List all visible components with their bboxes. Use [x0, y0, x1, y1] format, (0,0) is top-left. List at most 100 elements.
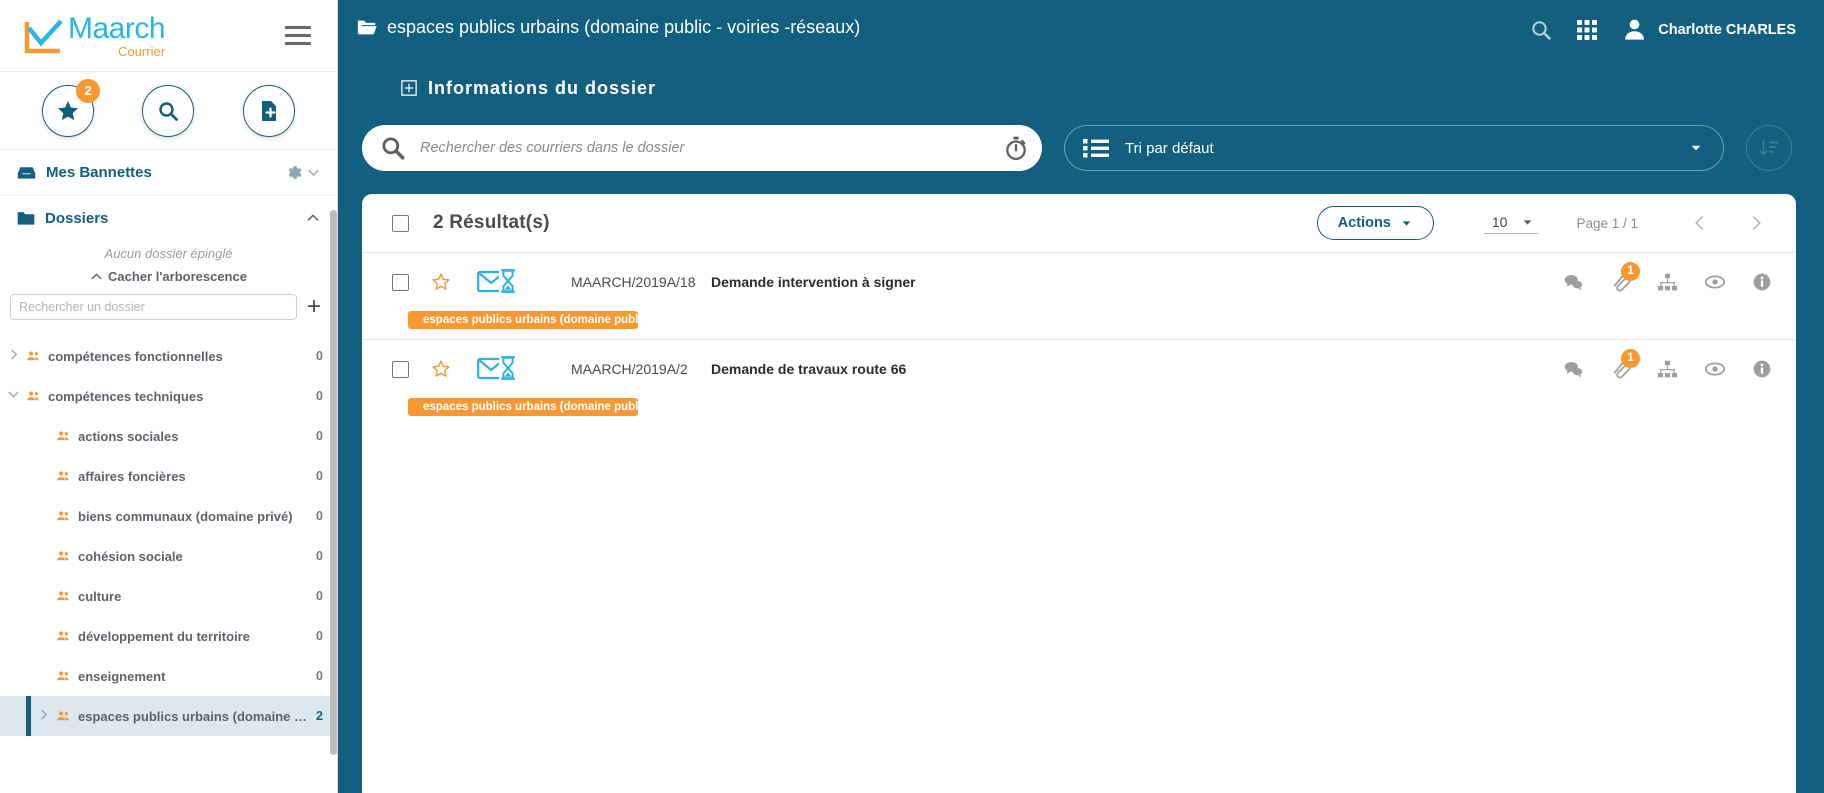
row-action-attachment[interactable]: 1: [1610, 348, 1640, 380]
folder-tag-label: espaces publics urbains (domaine publ…: [423, 401, 638, 413]
row-action-badge: 1: [1621, 261, 1640, 281]
comments-icon: [1564, 361, 1583, 378]
top-bar-actions: Charlotte CHARLES: [1529, 16, 1796, 43]
results-count-label: 2 Résultat(s): [433, 212, 550, 233]
chevron-down-icon[interactable]: [306, 165, 321, 180]
previous-page-button[interactable]: [1684, 207, 1716, 239]
chevron-down-icon[interactable]: [7, 388, 20, 401]
hide-tree-toggle[interactable]: Cacher l'arborescence: [0, 265, 337, 294]
actions-button[interactable]: Actions: [1316, 206, 1434, 240]
folder-tree-item[interactable]: biens communaux (domaine privé) 0: [0, 496, 337, 536]
folder-info-toggle[interactable]: Informations du dossier: [338, 72, 1824, 104]
folder-tag[interactable]: espaces publics urbains (domaine publ…: [408, 398, 638, 416]
page-size-select[interactable]: 10: [1483, 212, 1539, 234]
row-checkbox[interactable]: [392, 360, 409, 378]
people-icon: [27, 351, 39, 360]
sort-select[interactable]: Tri par défaut: [1064, 125, 1724, 171]
folder-info-label: Informations du dossier: [428, 77, 657, 98]
add-folder-button[interactable]: +: [307, 295, 321, 319]
new-document-button[interactable]: [242, 84, 295, 137]
folder-tree-item-label: actions sociales: [78, 428, 179, 444]
folder-tree-item-label: cohésion sociale: [78, 548, 183, 564]
info-icon: [1753, 273, 1771, 291]
row-status-icon[interactable]: [477, 268, 519, 296]
chevron-down-icon: [1524, 219, 1532, 225]
favorites-button[interactable]: 2: [42, 78, 101, 137]
folder-tree-item-count: 0: [316, 629, 323, 643]
row-action-visa-circuit[interactable]: [1704, 271, 1726, 293]
chevron-right-icon[interactable]: [7, 348, 20, 361]
row-action-comments[interactable]: [1563, 359, 1584, 380]
search-button[interactable]: [142, 84, 195, 137]
folder-tree-item[interactable]: espaces publics urbains (domaine pu… 2: [0, 696, 337, 736]
chevron-right-icon[interactable]: [37, 708, 50, 721]
select-all-checkbox[interactable]: [392, 214, 409, 232]
row-favorite-button[interactable]: [431, 359, 451, 379]
user-menu-button[interactable]: Charlotte CHARLES: [1621, 16, 1796, 43]
gear-icon[interactable]: [285, 164, 302, 181]
sidebar-section-folders[interactable]: Dossiers: [0, 196, 337, 240]
row-action-attachment[interactable]: 1: [1610, 261, 1640, 293]
star-outline-icon: [432, 360, 450, 377]
maarch-logo-icon: [24, 18, 63, 53]
pinned-folders-empty: Aucun dossier épinglé: [104, 246, 233, 261]
folder-expand-toggle[interactable]: [30, 708, 56, 724]
sidebar-section-baskets[interactable]: Mes Bannettes: [0, 150, 337, 196]
folder-tree-item[interactable]: actions sociales 0: [0, 416, 337, 456]
grid-apps-icon: [1577, 19, 1598, 40]
table-row[interactable]: MAARCH/2019A/2 Demande de travaux route 6…: [362, 339, 1796, 426]
folder-tree-item-label: compétences fonctionnelles: [48, 348, 223, 364]
row-action-diffusion-list[interactable]: [1657, 359, 1678, 380]
baskets-controls[interactable]: [285, 164, 321, 181]
row-action-comments[interactable]: [1563, 272, 1584, 293]
row-action-info[interactable]: [1752, 359, 1772, 379]
menu-toggle-button[interactable]: [281, 22, 315, 49]
folder-tree-item[interactable]: compétences fonctionnelles 0: [0, 336, 337, 376]
folder-tree-item[interactable]: compétences techniques 0: [0, 376, 337, 416]
tree-search-row: +: [0, 294, 337, 332]
chrono-search-button[interactable]: [996, 128, 1036, 168]
quick-actions-bar: 2: [0, 72, 337, 150]
folder-tree-item-count: 0: [316, 349, 323, 363]
breadcrumb[interactable]: espaces publics urbains (domaine public …: [356, 16, 860, 38]
favorites-badge: 2: [76, 78, 101, 103]
document-search-box[interactable]: [362, 125, 1042, 171]
next-page-button[interactable]: [1740, 207, 1772, 239]
folder-tree-item[interactable]: culture 0: [0, 576, 337, 616]
folder-tree-item[interactable]: développement du territoire 0: [0, 616, 337, 656]
folder-expand-toggle[interactable]: [0, 348, 26, 364]
row-status-icon[interactable]: [477, 355, 519, 383]
document-add-icon: [261, 100, 276, 121]
people-icon: [56, 469, 71, 484]
row-checkbox[interactable]: [392, 273, 409, 291]
mail-hourglass-icon: [477, 356, 516, 380]
stopwatch-icon: [1006, 136, 1026, 160]
app-logo[interactable]: Maarch Courrier: [22, 13, 166, 58]
chevron-up-icon[interactable]: [305, 210, 321, 226]
folder-tree-item[interactable]: affaires foncières 0: [0, 456, 337, 496]
row-action-info[interactable]: [1752, 272, 1772, 292]
global-search-button[interactable]: [1529, 18, 1553, 42]
row-favorite-button[interactable]: [431, 272, 451, 292]
folder-tree-item[interactable]: enseignement 0: [0, 656, 337, 696]
folder-tree-item-count: 0: [316, 549, 323, 563]
diffusion-list-icon: [1657, 360, 1678, 377]
logo-bar: Maarch Courrier: [0, 0, 337, 72]
row-action-visa-circuit[interactable]: [1704, 358, 1726, 380]
document-search-input[interactable]: [406, 140, 996, 156]
chevron-down-icon: [1402, 220, 1411, 226]
people-icon: [57, 631, 69, 640]
folder-expand-toggle[interactable]: [0, 388, 26, 404]
chevron-up-icon: [91, 273, 102, 280]
folder-tree-item[interactable]: cohésion sociale 0: [0, 536, 337, 576]
star-icon: [58, 100, 79, 120]
sort-direction-button[interactable]: [1746, 125, 1792, 171]
apps-menu-button[interactable]: [1575, 18, 1599, 42]
inbox-icon: [17, 167, 36, 179]
table-row[interactable]: MAARCH/2019A/18 Demande intervention à si…: [362, 252, 1796, 339]
folder-tag[interactable]: espaces publics urbains (domaine publ…: [408, 311, 638, 329]
sidebar-scrollbar[interactable]: [330, 210, 337, 755]
results-panel: 2 Résultat(s) Actions 10 Page 1 / 1 MAAR…: [362, 194, 1796, 793]
row-action-diffusion-list[interactable]: [1657, 272, 1678, 293]
folder-search-input[interactable]: [10, 294, 297, 320]
